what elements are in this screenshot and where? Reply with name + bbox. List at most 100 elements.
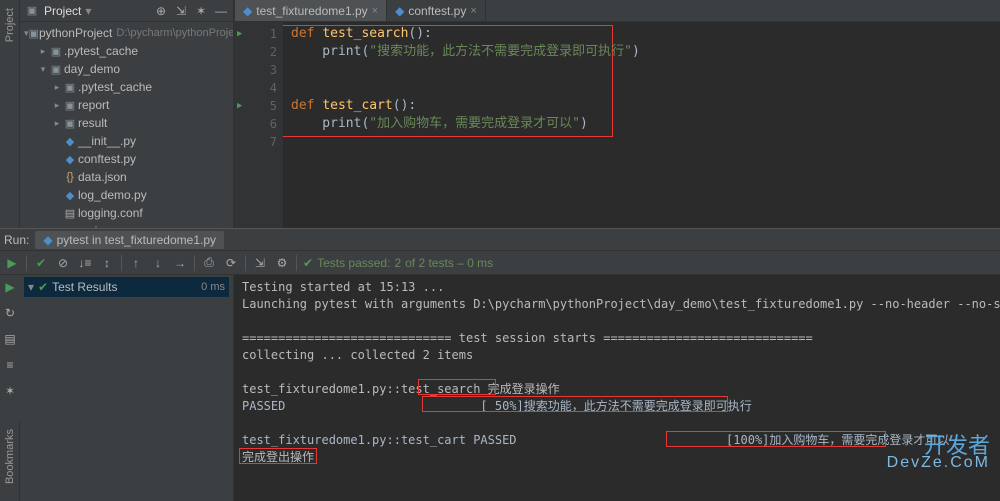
console-line: Launching pytest with arguments D:\pycha… bbox=[242, 296, 992, 313]
pass-icon: ✔ bbox=[38, 280, 48, 294]
tree-label: data.json bbox=[78, 170, 127, 184]
expand-icon[interactable]: ↕ bbox=[99, 255, 115, 271]
run-tab-label: pytest in test_fixturedome1.py bbox=[57, 233, 216, 247]
code-area[interactable]: ▶1 2 3 4 ▶5 6 7 def test_search(): print… bbox=[235, 22, 1000, 228]
close-icon[interactable]: × bbox=[372, 5, 378, 17]
tree-label: .pytest_cache bbox=[78, 80, 152, 94]
export-icon[interactable]: ⎙ bbox=[201, 255, 217, 271]
duration-label: 0 ms bbox=[201, 281, 225, 293]
next-icon[interactable]: ↓ bbox=[150, 255, 166, 271]
tree-label: logging.conf bbox=[78, 206, 143, 220]
tab-label: test_fixturedome1.py bbox=[256, 4, 367, 18]
py-icon: ◆ bbox=[62, 134, 78, 148]
python-file-icon: ◆ bbox=[243, 4, 252, 18]
run-gutter-icon[interactable]: ▶ bbox=[237, 97, 242, 115]
tree-row[interactable]: ▤logging.conf bbox=[20, 204, 233, 222]
project-tool-tab[interactable]: Project bbox=[2, 0, 18, 50]
wrench-icon[interactable]: ✶ bbox=[2, 383, 18, 399]
sort-icon[interactable]: ↓≡ bbox=[77, 255, 93, 271]
folder-icon: ▣ bbox=[24, 4, 40, 18]
close-icon[interactable]: × bbox=[470, 5, 476, 17]
editor-tab[interactable]: ◆ test_fixturedome1.py × bbox=[235, 0, 387, 21]
project-panel-header: ▣ Project ▾ ⊕ ⇲ ✶ — bbox=[20, 0, 233, 22]
settings-gear-icon[interactable]: ⚙ bbox=[274, 255, 290, 271]
console-line: test_fixturedome1.py::test_search bbox=[242, 382, 488, 396]
console-output[interactable]: Testing started at 15:13 ... Launching p… bbox=[234, 275, 1000, 501]
keyword: def bbox=[291, 98, 322, 113]
tree-label: result bbox=[78, 116, 107, 130]
history-icon[interactable]: ⟳ bbox=[223, 255, 239, 271]
run-gutter-icon[interactable]: ▶ bbox=[237, 25, 242, 43]
code-editor[interactable]: def test_search(): print("搜索功能，此方法不需要完成登… bbox=[283, 22, 1000, 228]
check-icon[interactable]: ✔ bbox=[33, 255, 49, 271]
project-panel: ▣ Project ▾ ⊕ ⇲ ✶ — ▾ ▣ pythonProject D:… bbox=[20, 0, 234, 228]
run-tool-window: Run: ◆ pytest in test_fixturedome1.py ▶ … bbox=[0, 228, 1000, 501]
code-text: ) bbox=[632, 44, 640, 59]
keyword: def bbox=[291, 26, 322, 41]
console-logout-text: 完成登出操作 bbox=[242, 449, 992, 466]
stop-icon[interactable]: ↻ bbox=[2, 305, 18, 321]
import-icon[interactable]: ⇲ bbox=[252, 255, 268, 271]
editor-tab[interactable]: ◆ conftest.py × bbox=[387, 0, 486, 21]
run-icon[interactable]: ▶ bbox=[2, 279, 18, 295]
string-literal: "加入购物车，需要完成登录才可以" bbox=[369, 116, 580, 131]
tree-row[interactable]: ◆conftest.py bbox=[20, 150, 233, 168]
folder-icon: ▣ bbox=[62, 80, 78, 94]
console-line: collecting ... collected 2 items bbox=[242, 347, 992, 364]
tree-root[interactable]: ▾ ▣ pythonProject D:\pycharm\pythonProje… bbox=[20, 24, 233, 42]
run-config-tab[interactable]: ◆ pytest in test_fixturedome1.py bbox=[35, 231, 224, 249]
conf-icon: ▤ bbox=[62, 206, 78, 220]
layout-icon[interactable]: ▤ bbox=[2, 331, 18, 347]
prev-icon[interactable]: → bbox=[172, 255, 188, 271]
project-tree[interactable]: ▾ ▣ pythonProject D:\pycharm\pythonProje… bbox=[20, 22, 233, 228]
left-tool-strip-bottom: Bookmarks bbox=[0, 421, 20, 501]
test-results-tree[interactable]: ▾ ✔ Test Results 0 ms bbox=[20, 275, 234, 501]
expand-all-icon[interactable]: ⇲ bbox=[173, 3, 189, 19]
tree-row[interactable]: ▸▣.pytest_cache bbox=[20, 42, 233, 60]
code-text: (): bbox=[393, 98, 416, 113]
tree-label: day_demo bbox=[64, 62, 120, 76]
settings-icon[interactable]: ✶ bbox=[193, 3, 209, 19]
tree-row[interactable]: {}data.json bbox=[20, 168, 233, 186]
pin-icon[interactable]: ≡ bbox=[2, 357, 18, 373]
bookmarks-tool-tab[interactable]: Bookmarks bbox=[2, 421, 18, 492]
tab-label: conftest.py bbox=[408, 4, 466, 18]
select-opened-icon[interactable]: ⊕ bbox=[153, 3, 169, 19]
tests-passed-status: ✔ Tests passed: 2 of 2 tests – 0 ms bbox=[303, 256, 493, 270]
tree-row[interactable]: ▾▣day_demo bbox=[20, 60, 233, 78]
status-text: Tests passed: bbox=[317, 256, 390, 270]
console-pct: [ 50%]搜索功能，此方法不需要完成登录即可执行 bbox=[285, 399, 751, 413]
left-tool-strip: Project bbox=[0, 0, 20, 228]
json-icon: {} bbox=[62, 170, 78, 184]
folder-icon: ▣ bbox=[29, 26, 39, 40]
console-line: Testing started at 15:13 ... bbox=[242, 279, 992, 296]
tree-row[interactable]: ▸▣.pytest_cache bbox=[20, 78, 233, 96]
tree-label: report bbox=[78, 98, 109, 112]
hide-icon[interactable]: — bbox=[213, 3, 229, 19]
tree-row[interactable]: ▸▣report bbox=[20, 96, 233, 114]
status-text: of 2 tests – 0 ms bbox=[405, 256, 493, 270]
tree-label: __init__.py bbox=[78, 134, 136, 148]
tree-row[interactable]: ◆log_demo.py bbox=[20, 186, 233, 204]
folder-icon: ▣ bbox=[62, 116, 78, 130]
editor-area: ◆ test_fixturedome1.py × ◆ conftest.py ×… bbox=[234, 0, 1000, 228]
test-results-root[interactable]: ▾ ✔ Test Results 0 ms bbox=[24, 277, 229, 297]
tree-row[interactable]: ◆__init__.py bbox=[20, 132, 233, 150]
python-file-icon: ◆ bbox=[395, 4, 404, 18]
tree-row[interactable]: ▸▣result bbox=[20, 114, 233, 132]
tree-label: .pytest_cache bbox=[64, 44, 138, 58]
panel-title: Project bbox=[44, 4, 81, 18]
console-line: test_fixturedome1.py::test_cart PASSED bbox=[242, 433, 517, 447]
collapse-icon[interactable]: ↑ bbox=[128, 255, 144, 271]
tree-label: log_demo.py bbox=[78, 188, 147, 202]
run-toolbar: ▶ ✔ ⊘ ↓≡ ↕ ↑ ↓ → ⎙ ⟳ ⇲ ⚙ ✔ Tests passed:… bbox=[0, 251, 1000, 275]
tree-root-path: D:\pycharm\pythonProject bbox=[116, 27, 233, 39]
editor-tabs: ◆ test_fixturedome1.py × ◆ conftest.py × bbox=[235, 0, 1000, 22]
folder-icon: ▣ bbox=[62, 98, 78, 112]
line-gutter: ▶1 2 3 4 ▶5 6 7 bbox=[235, 22, 283, 228]
filter-failed-icon[interactable]: ⊘ bbox=[55, 255, 71, 271]
console-line: ============================= test sessi… bbox=[242, 330, 992, 347]
pytest-icon: ◆ bbox=[43, 233, 52, 247]
rerun-icon[interactable]: ▶ bbox=[4, 255, 20, 271]
func-name: test_cart bbox=[322, 98, 392, 113]
